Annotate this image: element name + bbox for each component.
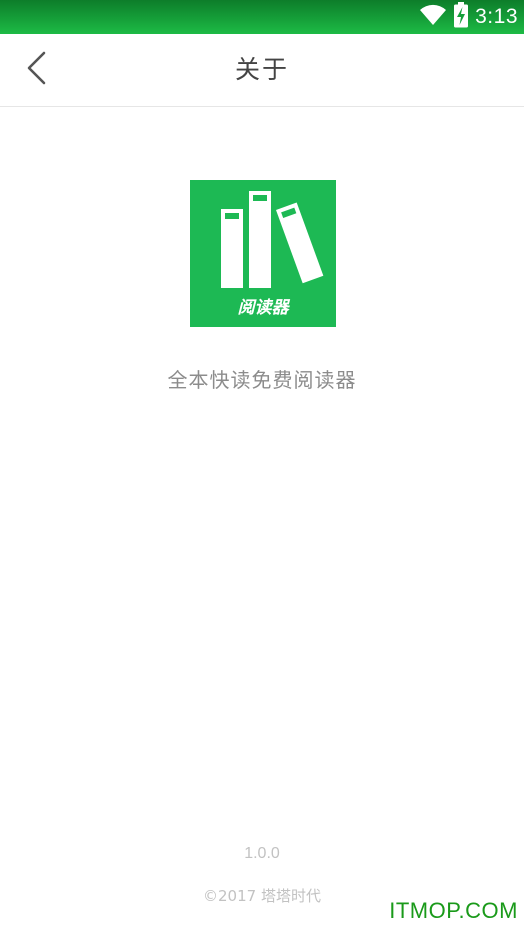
watermark: ITMOP.COM <box>389 898 518 923</box>
back-button[interactable] <box>14 48 58 92</box>
status-time: 3:13 <box>475 5 518 28</box>
chevron-left-icon <box>25 50 47 90</box>
page-title: 关于 <box>234 55 289 84</box>
app-name: 全本快读免费阅读器 <box>167 368 357 392</box>
battery-charging-icon <box>453 2 469 32</box>
version-label: 1.0.0 <box>244 845 280 862</box>
app-logo: 阅读器 <box>190 180 336 327</box>
wifi-icon <box>419 4 447 30</box>
status-bar: 3:13 <box>0 0 524 34</box>
logo-text: 阅读器 <box>238 298 291 318</box>
status-indicators: 3:13 <box>419 0 518 34</box>
app-bar: 关于 <box>0 34 524 107</box>
